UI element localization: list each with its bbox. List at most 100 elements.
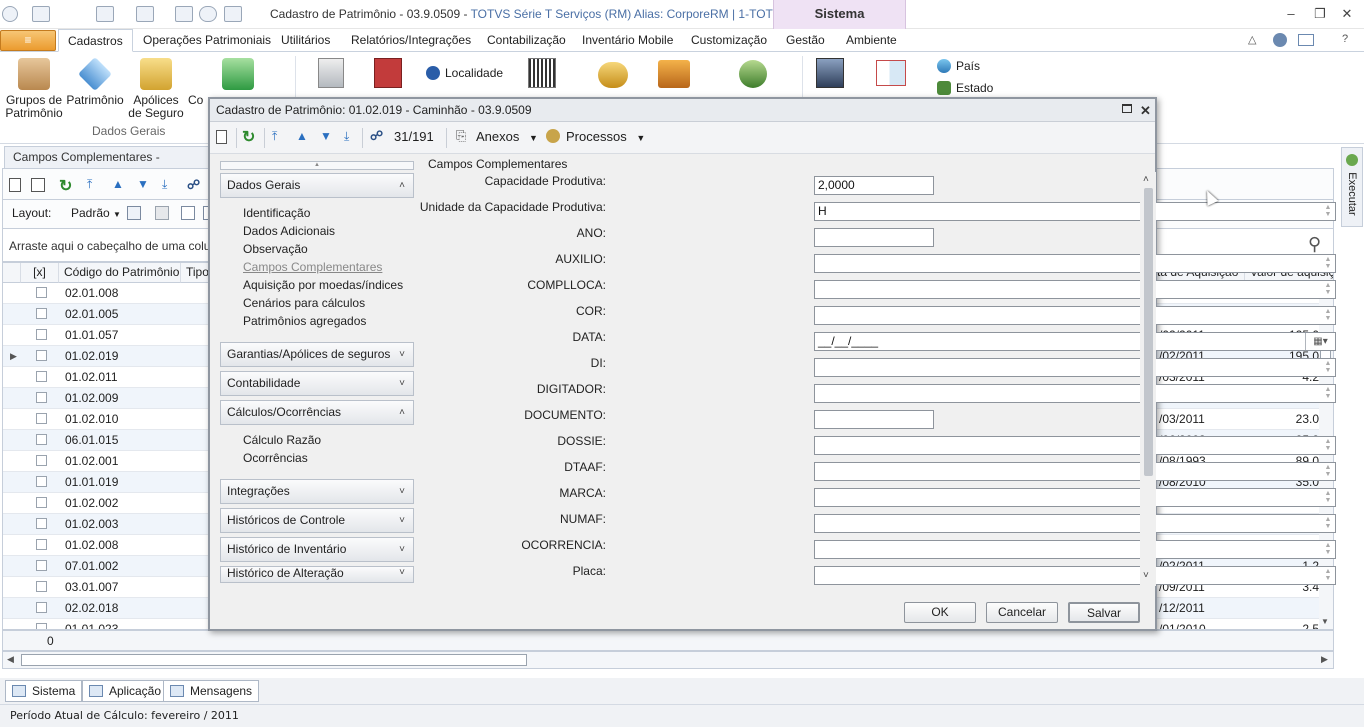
dialog-maximize-icon[interactable] — [1122, 104, 1132, 113]
nav-section-calculos[interactable]: Cálculos/Ocorrências ˄ — [220, 400, 414, 425]
row-checkbox[interactable] — [36, 455, 47, 466]
quick-access-export-icon[interactable] — [136, 6, 154, 22]
context-tab-sistema[interactable]: Sistema — [773, 0, 906, 29]
row-checkbox[interactable] — [36, 623, 47, 629]
scroll-right-icon[interactable]: ▶ — [1321, 654, 1328, 665]
briefcase-icon[interactable] — [658, 60, 690, 88]
quick-access-window-icon[interactable] — [96, 6, 114, 22]
refresh-icon[interactable]: ↻ — [242, 127, 255, 147]
row-checkbox[interactable] — [36, 371, 47, 382]
tab-inventario-mobile[interactable]: Inventário Mobile — [580, 29, 675, 52]
spin-arrows-icon[interactable]: ▲ ▼ — [1323, 490, 1333, 505]
field-input[interactable] — [814, 228, 934, 247]
hscroll-thumb[interactable] — [21, 654, 527, 666]
last-record-icon[interactable]: ⤓ — [162, 177, 167, 192]
row-checkbox[interactable] — [36, 413, 47, 424]
first-record-icon[interactable]: ⤒ — [272, 129, 277, 144]
dialog-close-icon[interactable]: ✕ — [1140, 100, 1151, 122]
quick-access-copy-icon[interactable] — [224, 6, 242, 22]
anexos-menu[interactable]: Anexos ▼ — [476, 129, 538, 144]
spin-arrows-icon[interactable]: ▲ ▼ — [1323, 360, 1333, 375]
field-input[interactable]: ▲ ▼ — [814, 462, 1336, 481]
spin-arrows-icon[interactable]: ▲ ▼ — [1323, 568, 1333, 583]
spin-arrows-icon[interactable]: ▲ ▼ — [1323, 204, 1333, 219]
save-button[interactable]: Salvar — [1068, 602, 1140, 623]
field-input[interactable]: ▲ ▼ — [814, 540, 1336, 559]
con-button[interactable]: Co — [188, 58, 208, 107]
file-menu-button[interactable]: ≡ — [0, 30, 56, 51]
spin-arrows-icon[interactable]: ▲ ▼ — [1323, 516, 1333, 531]
spin-arrows-icon[interactable]: ▲ ▼ — [1323, 256, 1333, 271]
collapse-ribbon-icon[interactable]: △ — [1248, 33, 1256, 46]
document-tab[interactable]: Campos Complementares - 03.9.0507 — [4, 146, 210, 184]
row-checkbox[interactable] — [36, 602, 47, 613]
field-input[interactable]: H ▲ ▼ — [814, 202, 1336, 221]
edit-icon[interactable] — [31, 178, 45, 192]
grupos-patrimonio-button[interactable]: Grupos de Patrimônio — [4, 58, 64, 120]
spin-arrows-icon[interactable]: ▲ ▼ — [1323, 282, 1333, 297]
users-icon[interactable] — [739, 60, 767, 88]
tab-operacoes-patrimoniais[interactable]: Operações Patrimoniais — [141, 29, 273, 52]
tab-customizacao[interactable]: Customização — [689, 29, 769, 52]
nav-section-historico-inventario[interactable]: Histórico de Inventário ˅ — [220, 537, 414, 562]
column-header-codigo[interactable]: Código do Patrimônio — [59, 263, 181, 283]
restore-icon[interactable]: ❐ — [1309, 4, 1331, 24]
binoculars-icon[interactable]: ☍ — [370, 128, 383, 144]
bottom-tab-aplicacao[interactable]: Aplicação — [82, 680, 169, 702]
minimize-icon[interactable]: – — [1280, 4, 1302, 24]
binoculars-icon[interactable]: ☍ — [187, 177, 200, 193]
nav-item-aquisicao-moedas[interactable]: Aquisição por moedas/índices — [243, 278, 403, 292]
spin-arrows-icon[interactable]: ▲ ▼ — [1323, 438, 1333, 453]
spin-arrows-icon[interactable]: ▲ ▼ — [1323, 542, 1333, 557]
ok-button[interactable]: OK — [904, 602, 976, 623]
field-input[interactable]: ▲ ▼ — [814, 488, 1336, 507]
spin-arrows-icon[interactable]: ▲ ▼ — [1323, 308, 1333, 323]
bottom-tab-mensagens[interactable]: Mensagens — [163, 680, 260, 702]
prev-record-icon[interactable]: ▲ — [112, 177, 124, 191]
app-logo-icon[interactable] — [2, 6, 18, 22]
processos-menu[interactable]: Processos ▼ — [566, 129, 645, 144]
help-globe-icon[interactable] — [1273, 33, 1287, 47]
nav-section-integracoes[interactable]: Integrações ˅ — [220, 479, 414, 504]
tab-utilitarios[interactable]: Utilitários — [279, 29, 332, 52]
horizontal-scrollbar[interactable]: ◀ ▶ — [2, 651, 1334, 669]
row-checkbox[interactable] — [36, 560, 47, 571]
grid-report-icon[interactable] — [374, 58, 402, 88]
help-question-icon[interactable]: ? — [1342, 33, 1348, 45]
coins-icon[interactable] — [598, 62, 628, 88]
new-record-icon[interactable] — [216, 130, 227, 144]
org-chart-icon[interactable] — [876, 60, 906, 86]
field-input[interactable]: ▲ ▼ — [814, 358, 1336, 377]
next-record-icon[interactable]: ▼ — [320, 129, 332, 143]
bottom-tab-sistema[interactable]: Sistema — [5, 680, 83, 702]
nav-item-patrimonios-agregados[interactable]: Patrimônios agregados — [243, 314, 366, 328]
calendar-icon[interactable]: ▦▾ — [1305, 333, 1335, 350]
quick-access-help-icon[interactable] — [199, 6, 217, 22]
layout-grid-icon[interactable] — [181, 206, 195, 220]
tab-cadastros[interactable]: Cadastros — [58, 29, 133, 52]
nav-item-identificacao[interactable]: Identificação — [243, 206, 310, 220]
quick-access-tools-icon[interactable] — [175, 6, 193, 22]
field-input[interactable]: ▲ ▼ — [814, 280, 1336, 299]
nav-item-dados-adicionais[interactable]: Dados Adicionais — [243, 224, 335, 238]
patrimonio-button[interactable]: Patrimônio — [66, 57, 124, 107]
field-input[interactable] — [814, 410, 934, 429]
field-input[interactable]: ▲ ▼ — [814, 384, 1336, 403]
field-input[interactable]: ▲ ▼ — [814, 566, 1336, 585]
spin-arrows-icon[interactable]: ▲ ▼ — [1323, 386, 1333, 401]
row-checkbox[interactable] — [36, 350, 47, 361]
tab-relatorios-integracoes[interactable]: Relatórios/Integrações — [349, 29, 473, 52]
nav-item-observacao[interactable]: Observação — [243, 242, 308, 256]
next-record-icon[interactable]: ▼ — [137, 177, 149, 191]
scroll-left-icon[interactable]: ◀ — [7, 654, 14, 665]
row-checkbox[interactable] — [36, 434, 47, 445]
scroll-down-icon[interactable]: ˅ — [1143, 570, 1149, 581]
field-input[interactable]: ▲ ▼ — [814, 254, 1336, 273]
field-input[interactable]: ▲ ▼ — [814, 436, 1336, 455]
nav-section-historico-alteracao[interactable]: Histórico de Alteração ˅ — [220, 566, 414, 583]
search-icon[interactable]: ⚲ — [1308, 234, 1321, 255]
row-checkbox[interactable] — [36, 308, 47, 319]
pais-button[interactable]: País — [956, 59, 980, 73]
apolices-seguro-button[interactable]: Apólices de Seguro — [126, 58, 186, 120]
row-checkbox[interactable] — [36, 497, 47, 508]
